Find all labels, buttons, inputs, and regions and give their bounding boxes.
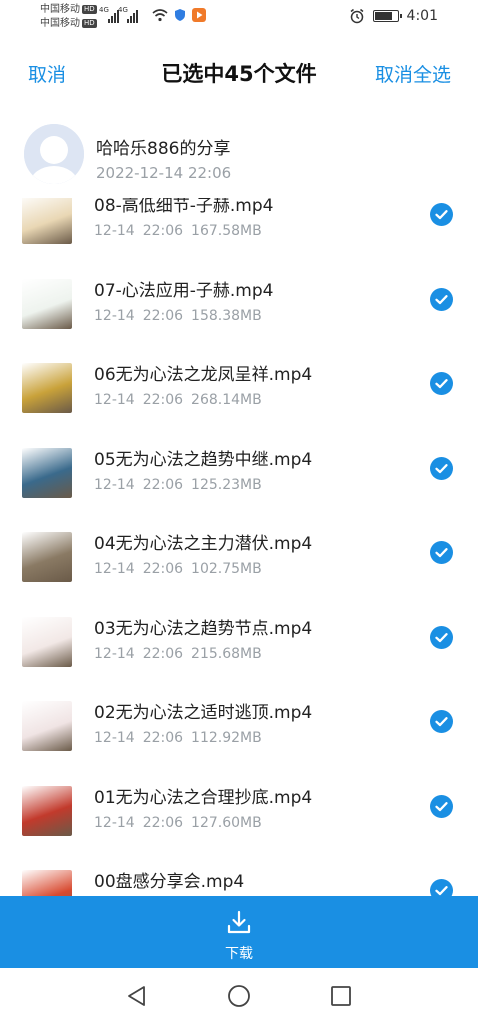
selected-check-icon[interactable] bbox=[430, 794, 453, 818]
shield-icon bbox=[175, 9, 185, 21]
back-icon[interactable] bbox=[125, 984, 149, 1008]
file-time: 22:06 bbox=[142, 476, 184, 493]
header: 取消 已选中45个文件 取消全选 bbox=[0, 52, 478, 96]
file-time: 22:06 bbox=[142, 307, 184, 324]
file-name: 01无为心法之合理抄底.mp4 bbox=[94, 787, 313, 808]
file-name: 05无为心法之趋势中继.mp4 bbox=[94, 449, 313, 470]
file-time: 22:06 bbox=[142, 814, 184, 831]
file-name: 02无为心法之适时逃顶.mp4 bbox=[94, 703, 313, 723]
file-row[interactable]: 05无为心法之趋势中继.mp4 12-14 22:06 125.23MB bbox=[0, 428, 478, 513]
file-time: 22:06 bbox=[142, 645, 184, 662]
file-size: 158.38MB bbox=[191, 307, 262, 324]
file-date: 12-14 bbox=[94, 561, 135, 577]
download-label: 下载 bbox=[225, 946, 253, 962]
file-row[interactable]: 06无为心法之龙凤呈祥.mp4 12-14 22:06 268.14MB bbox=[0, 343, 478, 428]
file-meta: 12-14 22:06 268.14MB bbox=[94, 392, 270, 408]
file-date: 12-14 bbox=[94, 645, 135, 662]
file-size: 127.60MB bbox=[191, 814, 262, 831]
file-row[interactable]: 03无为心法之趋势节点.mp4 12-14 22:06 215.68MB bbox=[0, 597, 478, 682]
user-avatar-icon bbox=[24, 124, 84, 184]
file-size: 112.92MB bbox=[191, 730, 262, 746]
file-meta: 12-14 22:06 215.68MB bbox=[94, 646, 270, 662]
net-type-1: 4G bbox=[99, 6, 109, 14]
file-size: 268.14MB bbox=[191, 392, 262, 408]
selected-check-icon[interactable] bbox=[430, 372, 453, 395]
download-button[interactable]: 下载 bbox=[0, 896, 478, 968]
file-size: 167.58MB bbox=[191, 223, 262, 239]
clock: 4:01 bbox=[406, 8, 438, 24]
file-meta: 12-14 22:06 125.23MB bbox=[94, 477, 270, 493]
file-date: 12-14 bbox=[94, 223, 135, 239]
deselect-all-button[interactable]: 取消全选 bbox=[375, 60, 451, 87]
selected-check-icon[interactable] bbox=[430, 203, 453, 226]
file-row[interactable]: 08-高低细节-子赫.mp4 12-14 22:06 167.58MB bbox=[0, 198, 478, 259]
file-row[interactable]: 00盘感分享会.mp412-1422:06 bbox=[0, 850, 478, 896]
file-size: 215.68MB bbox=[191, 645, 262, 662]
file-row[interactable]: 02无为心法之适时逃顶.mp4 12-14 22:06 112.92MB bbox=[0, 681, 478, 766]
recents-icon[interactable] bbox=[329, 984, 353, 1008]
file-name: 08-高低细节-子赫.mp4 bbox=[94, 198, 274, 216]
play-app-icon bbox=[192, 8, 206, 22]
video-thumbnail bbox=[22, 198, 72, 244]
video-thumbnail bbox=[22, 278, 72, 329]
file-list[interactable]: 08-高低细节-子赫.mp4 12-14 22:06 167.58MB 07-心法应用-… bbox=[0, 198, 478, 896]
home-icon[interactable] bbox=[227, 984, 251, 1008]
file-meta: 12-14 22:06 102.75MB bbox=[94, 561, 270, 577]
file-name: 00盘感分享会.mp4 bbox=[94, 872, 245, 892]
carrier-1: 中国移动 HD bbox=[40, 4, 97, 15]
signal-2-icon bbox=[127, 9, 138, 23]
video-thumbnail bbox=[22, 447, 72, 498]
file-date: 12-14 bbox=[94, 307, 135, 324]
system-nav-bar bbox=[0, 968, 478, 1024]
selected-check-icon[interactable] bbox=[430, 287, 453, 311]
video-thumbnail bbox=[22, 785, 72, 836]
video-thumbnail bbox=[22, 363, 72, 413]
net-type-2: 4G bbox=[118, 6, 128, 14]
video-thumbnail bbox=[22, 701, 72, 751]
file-name: 06无为心法之龙凤呈祥.mp4 bbox=[94, 365, 313, 385]
file-date: 12-14 bbox=[94, 476, 135, 493]
file-size: 102.75MB bbox=[191, 561, 262, 577]
file-meta: 12-14 22:06 127.60MB bbox=[94, 815, 270, 831]
file-time: 22:06 bbox=[142, 730, 184, 746]
selected-check-icon[interactable] bbox=[430, 456, 453, 480]
battery-icon bbox=[372, 10, 402, 22]
file-meta: 12-14 22:06 158.38MB bbox=[94, 308, 270, 324]
file-date: 12-14 bbox=[94, 392, 135, 408]
file-size: 125.23MB bbox=[191, 476, 262, 493]
share-owner-name: 哈哈乐886的分享 bbox=[96, 139, 231, 159]
file-row[interactable]: 04无为心法之主力潜伏.mp4 12-14 22:06 102.75MB bbox=[0, 512, 478, 597]
share-time: 2022-12-14 22:06 bbox=[96, 164, 232, 182]
video-thumbnail bbox=[22, 616, 72, 667]
file-meta: 12-14 22:06 167.58MB bbox=[94, 223, 270, 239]
file-date: 12-14 bbox=[94, 730, 135, 746]
wifi-icon bbox=[152, 8, 168, 21]
selected-check-icon[interactable] bbox=[430, 625, 453, 649]
file-time: 22:06 bbox=[142, 223, 184, 239]
file-time: 22:06 bbox=[142, 561, 184, 577]
file-time: 22:06 bbox=[142, 392, 184, 408]
download-icon bbox=[227, 910, 251, 934]
selected-check-icon[interactable] bbox=[430, 710, 453, 733]
file-name: 07-心法应用-子赫.mp4 bbox=[94, 280, 274, 301]
selected-check-icon[interactable] bbox=[430, 541, 453, 564]
carrier-2: 中国移动 HD bbox=[40, 18, 97, 29]
share-info: 哈哈乐886的分享 2022-12-14 22:06 bbox=[0, 120, 478, 192]
status-bar: 中国移动 HD 中国移动 HD 4G 4G 4:01 bbox=[0, 0, 478, 40]
avatar bbox=[24, 124, 84, 184]
file-meta: 12-14 22:06 112.92MB bbox=[94, 730, 270, 746]
video-thumbnail bbox=[22, 532, 72, 582]
video-thumbnail bbox=[22, 870, 72, 896]
alarm-icon bbox=[350, 8, 364, 24]
selected-check-icon[interactable] bbox=[430, 879, 453, 896]
file-name: 04无为心法之主力潜伏.mp4 bbox=[94, 534, 313, 554]
file-name: 03无为心法之趋势节点.mp4 bbox=[94, 618, 313, 639]
file-row[interactable]: 07-心法应用-子赫.mp4 12-14 22:06 158.38MB bbox=[0, 259, 478, 344]
file-date: 12-14 bbox=[94, 814, 135, 831]
file-row[interactable]: 01无为心法之合理抄底.mp4 12-14 22:06 127.60MB bbox=[0, 766, 478, 851]
